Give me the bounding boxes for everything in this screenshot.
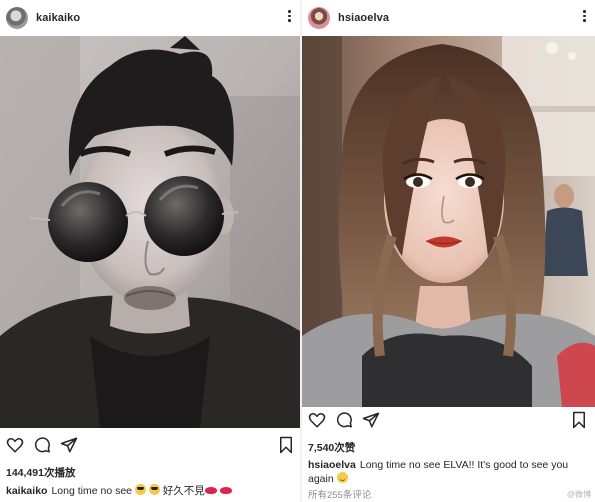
view-all-comments-link[interactable]: 所有255条评论: [308, 487, 371, 501]
avatar[interactable]: [6, 7, 28, 29]
post-username[interactable]: kaikaiko: [36, 12, 80, 24]
post-photo-illustration: [0, 36, 300, 428]
caption-username[interactable]: hsiaoelva: [308, 459, 356, 471]
post-hsiaoelva: hsiaoelva 7,540次赞 hsiaoelva Long time no…: [302, 0, 595, 502]
bookmark-icon[interactable]: [277, 436, 295, 454]
post-actions: [302, 411, 595, 437]
weibo-watermark: @微博: [566, 490, 591, 499]
post-photo[interactable]: [0, 36, 300, 428]
more-icon[interactable]: [583, 10, 587, 22]
post-username[interactable]: hsiaoelva: [338, 12, 389, 24]
caption-username[interactable]: kaikaiko: [6, 485, 47, 497]
more-icon[interactable]: [288, 10, 292, 22]
share-icon[interactable]: [60, 436, 78, 454]
caption-text-chinese: 好久不見: [162, 485, 205, 497]
like-count[interactable]: 7,540次赞: [308, 440, 355, 455]
comment-icon[interactable]: [33, 436, 51, 454]
caption-text: Long time no see: [51, 485, 133, 497]
post-photo[interactable]: [302, 36, 595, 407]
smile-emoji-icon: [336, 472, 348, 483]
post-photo-illustration: [302, 36, 595, 407]
comment-icon[interactable]: [335, 411, 353, 429]
sunglasses-emoji-icon: [134, 484, 146, 495]
kiss-lips-emoji-icon: [219, 487, 232, 494]
bookmark-icon[interactable]: [570, 411, 588, 429]
heart-icon[interactable]: [6, 436, 24, 454]
view-count[interactable]: 144,491次播放: [6, 465, 75, 480]
post-actions: [0, 436, 300, 462]
post-header: kaikaiko: [0, 0, 300, 36]
share-icon[interactable]: [362, 411, 380, 429]
post-caption: kaikaiko Long time no see 好久不見: [6, 484, 296, 498]
heart-icon[interactable]: [308, 411, 326, 429]
post-caption: hsiaoelva Long time no see ELVA!! It's go…: [308, 458, 591, 486]
sunglasses-emoji-icon: [148, 484, 160, 495]
post-kaikaiko: kaikaiko 144,491次播放 kaikaiko Long time n…: [0, 0, 300, 502]
kiss-lips-emoji-icon: [204, 487, 217, 494]
post-header: hsiaoelva: [302, 0, 595, 36]
screenshot-root: kaikaiko 144,491次播放 kaikaiko Long time n…: [0, 0, 595, 502]
avatar[interactable]: [308, 7, 330, 29]
